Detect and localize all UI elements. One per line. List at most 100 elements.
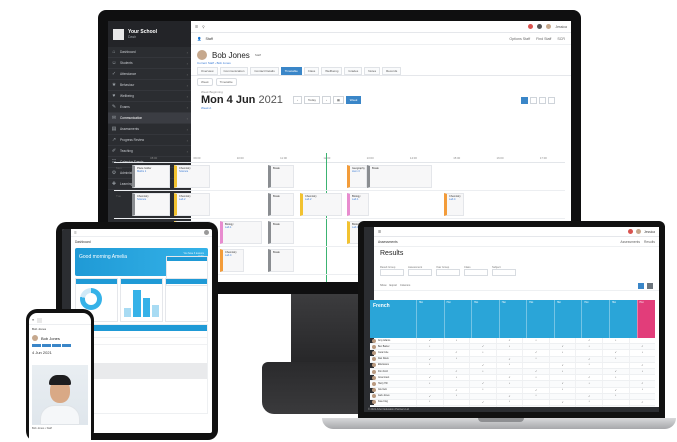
find-staff-link[interactable]: Find Staff	[536, 37, 551, 41]
lesson-block[interactable]: Chemistry Lab 4	[220, 249, 244, 272]
lesson-block[interactable]: ChemistryScience	[174, 165, 210, 188]
result-cell[interactable]: ✓	[416, 338, 443, 344]
result-cell[interactable]: ✓	[442, 387, 470, 393]
filter-result-group[interactable]: Result Group	[380, 266, 404, 276]
result-cell[interactable]: •	[601, 356, 629, 362]
result-cell[interactable]: ✓	[601, 350, 629, 356]
result-cell[interactable]: •	[442, 338, 470, 344]
filter-year-group[interactable]: Year Group	[436, 266, 460, 276]
result-cell[interactable]: ✓	[522, 350, 549, 356]
result-cell[interactable]	[469, 356, 496, 362]
result-cell[interactable]	[628, 393, 656, 399]
toolbar-columns[interactable]: Columns	[400, 284, 410, 287]
result-cell[interactable]	[601, 399, 629, 406]
prev-button[interactable]: ‹	[292, 96, 302, 104]
result-cell[interactable]: ✓	[522, 368, 549, 375]
result-cell[interactable]: •	[416, 381, 443, 387]
results-column-header[interactable]: Hist	[581, 300, 609, 338]
behaviour-card[interactable]	[165, 278, 208, 322]
result-cell[interactable]	[548, 393, 576, 399]
result-cell[interactable]: •	[416, 399, 443, 406]
user-name[interactable]: Jessica	[555, 25, 567, 29]
result-cell[interactable]: ✓	[469, 381, 496, 387]
result-cell[interactable]: •	[601, 338, 629, 344]
sidebar-item-progress-review[interactable]: ↗ Progress Review ›	[108, 135, 191, 146]
result-cell[interactable]: ✓	[548, 344, 576, 350]
student-name[interactable]: Dan Davis	[378, 358, 389, 360]
results-column-header[interactable]: Hist	[498, 300, 527, 338]
result-cell[interactable]	[575, 368, 602, 375]
result-cell[interactable]: •	[495, 362, 523, 368]
lesson-block[interactable]: Biology Lab 1	[220, 221, 262, 244]
notification-icon[interactable]	[628, 229, 633, 234]
student-name[interactable]: Harry Hill	[378, 383, 387, 385]
result-cell[interactable]	[628, 375, 656, 381]
lesson-block[interactable]: Break	[367, 165, 432, 188]
result-cell[interactable]	[495, 350, 523, 356]
result-cell[interactable]: •	[575, 399, 602, 406]
results-column-header[interactable]: Hist	[443, 300, 472, 338]
menu-icon[interactable]: ☰	[74, 231, 77, 235]
lesson-block[interactable]: Biology Lab 1	[347, 193, 369, 216]
result-cell[interactable]: •	[575, 344, 602, 350]
lesson-block[interactable]: Break	[268, 165, 294, 188]
filter-timetable[interactable]: Timetable	[215, 78, 237, 86]
result-cell[interactable]: ✓	[601, 387, 629, 393]
sidebar-item-students[interactable]: ☺ Students ›	[108, 58, 191, 69]
result-cell[interactable]: ✓	[628, 381, 656, 387]
tab-class[interactable]: Class	[303, 67, 320, 75]
results-link[interactable]: Results	[644, 240, 655, 244]
tab-wellbeing[interactable]: Wellbeing	[321, 67, 343, 75]
filter-select[interactable]	[492, 269, 516, 276]
tab-grades[interactable]: Grades	[344, 67, 363, 75]
tab-notes[interactable]: Notes	[364, 67, 381, 75]
result-cell[interactable]: •	[548, 387, 576, 393]
result-cell[interactable]	[548, 338, 576, 344]
result-cell[interactable]	[601, 344, 629, 350]
result-cell[interactable]	[416, 350, 443, 356]
user-avatar[interactable]	[636, 229, 641, 234]
result-cell[interactable]: ✓	[575, 375, 602, 381]
options-staff-link[interactable]: Options Staff	[509, 37, 530, 41]
result-cell[interactable]	[601, 381, 629, 387]
tab-overview[interactable]: Overview	[197, 67, 218, 75]
sidebar-item-dashboard[interactable]: ⌂ Dashboard ›	[108, 47, 191, 58]
settings-icon[interactable]	[647, 282, 653, 289]
week-button[interactable]: Week	[345, 96, 362, 104]
result-cell[interactable]: ✓	[575, 393, 602, 399]
menu-icon[interactable]: ☰	[378, 230, 381, 234]
student-name[interactable]: Amy Adams	[378, 340, 390, 342]
filter-assessment[interactable]: Assessment	[408, 266, 432, 276]
results-column-header[interactable]: Hist	[471, 300, 499, 338]
filter-select[interactable]	[436, 269, 460, 276]
sidebar-item-wellbeing[interactable]: ♥ Wellbeing ›	[108, 91, 191, 102]
result-cell[interactable]: •	[601, 375, 629, 381]
result-cell[interactable]: •	[469, 387, 496, 393]
lesson-block[interactable]: ChemistryScience	[132, 193, 170, 216]
user-avatar[interactable]	[204, 230, 209, 235]
filter-select[interactable]	[408, 269, 432, 276]
tab-communication[interactable]: Communication	[219, 67, 249, 75]
result-cell[interactable]: ✓	[628, 362, 656, 368]
result-cell[interactable]: ✓	[575, 338, 602, 344]
result-cell[interactable]: ✓	[522, 387, 549, 393]
result-cell[interactable]: ✓	[548, 381, 576, 387]
result-cell[interactable]: ✓	[442, 350, 470, 356]
menu-icon[interactable]: ☰	[195, 25, 198, 29]
result-cell[interactable]: •	[628, 368, 656, 375]
calendar-button[interactable]: ▦	[332, 96, 344, 104]
result-cell[interactable]: •	[548, 368, 576, 375]
lesson-block[interactable]: Break	[268, 221, 294, 244]
results-column-header[interactable]: Hist	[416, 300, 444, 338]
student-name[interactable]: Isla Irwin	[378, 389, 387, 391]
student-name[interactable]: Cara Cole	[378, 352, 388, 354]
result-cell[interactable]	[442, 362, 470, 368]
result-cell[interactable]: •	[442, 393, 470, 399]
result-cell[interactable]: •	[628, 350, 656, 356]
student-name[interactable]: Jack Jones	[378, 395, 390, 397]
result-cell[interactable]: ✓	[628, 344, 656, 350]
result-cell[interactable]: •	[495, 381, 523, 387]
result-cell[interactable]	[575, 350, 602, 356]
result-cell[interactable]: ✓	[495, 393, 523, 399]
search-icon[interactable]: ⚲	[202, 25, 205, 29]
